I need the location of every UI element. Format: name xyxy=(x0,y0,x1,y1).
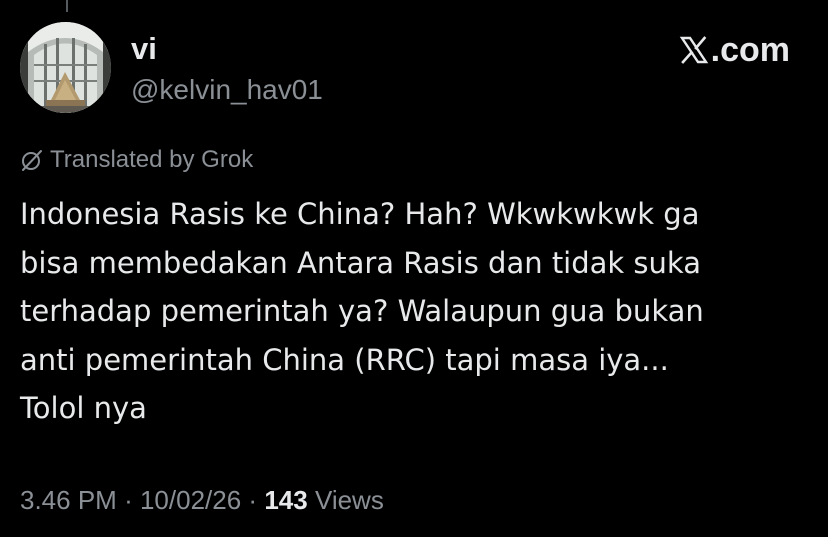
author-display-name[interactable]: vi xyxy=(131,30,157,68)
x-brand-watermark: .com xyxy=(679,30,790,70)
thread-connector-line xyxy=(66,0,68,12)
tweet-date[interactable]: 10/02/26 xyxy=(140,485,241,515)
grok-icon xyxy=(22,150,42,171)
avatar-image xyxy=(20,22,111,113)
avatar[interactable] xyxy=(20,22,111,113)
translation-label: Translated by Grok xyxy=(50,146,254,173)
tweet-text-line: anti pemerintah China (RRC) tapi masa iy… xyxy=(20,342,669,377)
tweet-text-line: Indonesia Rasis ke China? Hah? Wkwkwkwk … xyxy=(20,197,700,231)
brand-label: .com xyxy=(710,31,790,69)
tweet-time[interactable]: 3.46 PM xyxy=(20,485,117,515)
meta-separator: · xyxy=(248,485,258,515)
tweet-text-line: Tolol nya xyxy=(20,391,147,425)
translation-notice: Translated by Grok xyxy=(20,145,253,175)
tweet-text: Indonesia Rasis ke China? Hah? Wkwkwkwk … xyxy=(20,190,810,433)
tweet-meta: 3.46 PM · 10/02/26 · 143 Views xyxy=(20,483,384,517)
tweet-text-line: bisa membedakan Antara Rasis dan tidak s… xyxy=(20,245,701,280)
views-count[interactable]: 143 xyxy=(264,485,307,515)
views-label[interactable]: Views xyxy=(315,485,384,515)
author-handle[interactable]: @kelvin_hav01 xyxy=(131,73,323,107)
x-logo-icon xyxy=(679,36,708,64)
tweet-text-line: terhadap pemerintah ya? Walaupun gua buk… xyxy=(20,294,704,328)
meta-separator: · xyxy=(124,485,133,515)
